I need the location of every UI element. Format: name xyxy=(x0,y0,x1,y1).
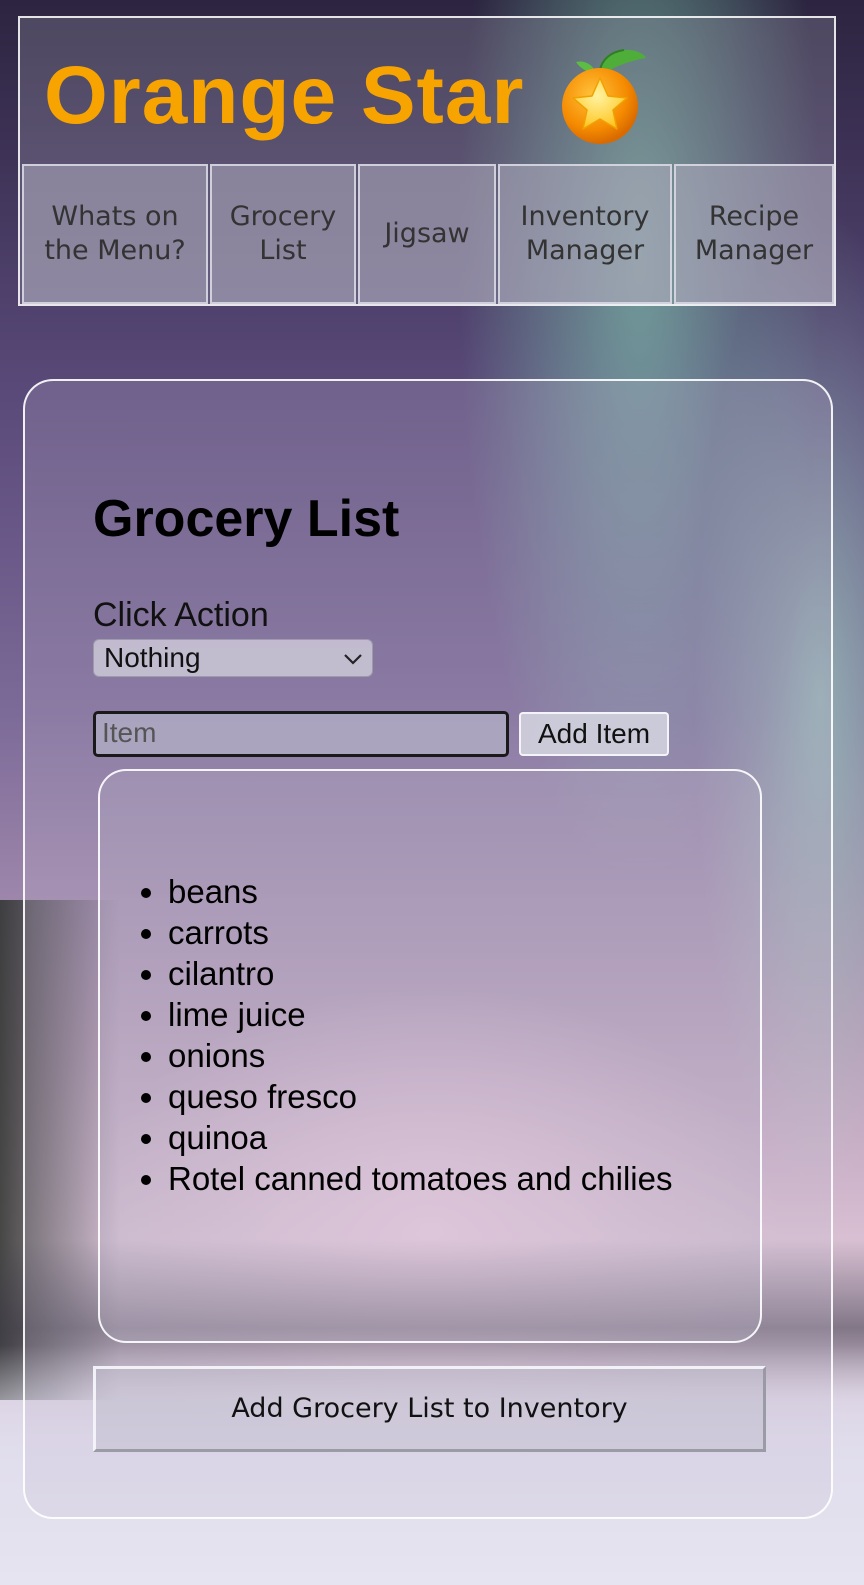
main-nav: Whats on the Menu? Grocery List Jigsaw I… xyxy=(20,164,836,306)
item-input[interactable]: Item xyxy=(93,711,509,757)
chevron-down-icon xyxy=(344,654,362,665)
grocery-list-card: Grocery List Click Action Nothing Item A… xyxy=(23,379,833,1519)
orange-star-icon xyxy=(562,49,647,144)
list-item[interactable]: onions xyxy=(168,1035,688,1076)
click-action-value: Nothing xyxy=(104,642,201,673)
nav-item-jigsaw[interactable]: Jigsaw xyxy=(358,164,496,304)
page-title: Grocery List xyxy=(93,490,400,548)
brand-title: Orange Star xyxy=(44,50,525,141)
item-input-placeholder: Item xyxy=(102,717,157,748)
add-item-button[interactable]: Add Item xyxy=(519,712,669,756)
list-item[interactable]: carrots xyxy=(168,912,688,953)
grocery-list: beans carrots cilantro lime juice onions… xyxy=(120,871,688,1199)
nav-item-grocery-list[interactable]: Grocery List xyxy=(210,164,356,304)
add-to-inventory-button[interactable]: Add Grocery List to Inventory xyxy=(93,1366,766,1452)
nav-item-whats-on-the-menu[interactable]: Whats on the Menu? xyxy=(22,164,208,304)
brand: Orange Star xyxy=(44,46,650,146)
click-action-label: Click Action xyxy=(93,596,269,634)
list-item[interactable]: queso fresco xyxy=(168,1076,688,1117)
nav-item-inventory-manager[interactable]: Inventory Manager xyxy=(498,164,672,304)
click-action-select[interactable]: Nothing xyxy=(93,639,373,677)
list-item[interactable]: Rotel canned tomatoes and chilies xyxy=(168,1158,688,1199)
list-item[interactable]: lime juice xyxy=(168,994,688,1035)
list-item[interactable]: cilantro xyxy=(168,953,688,994)
nav-item-recipe-manager[interactable]: Recipe Manager xyxy=(674,164,834,304)
site-header: Orange Star Whats on the Menu? Grocery L… xyxy=(18,16,836,306)
grocery-list-box: beans carrots cilantro lime juice onions… xyxy=(98,769,762,1343)
list-item[interactable]: quinoa xyxy=(168,1117,688,1158)
list-item[interactable]: beans xyxy=(168,871,688,912)
